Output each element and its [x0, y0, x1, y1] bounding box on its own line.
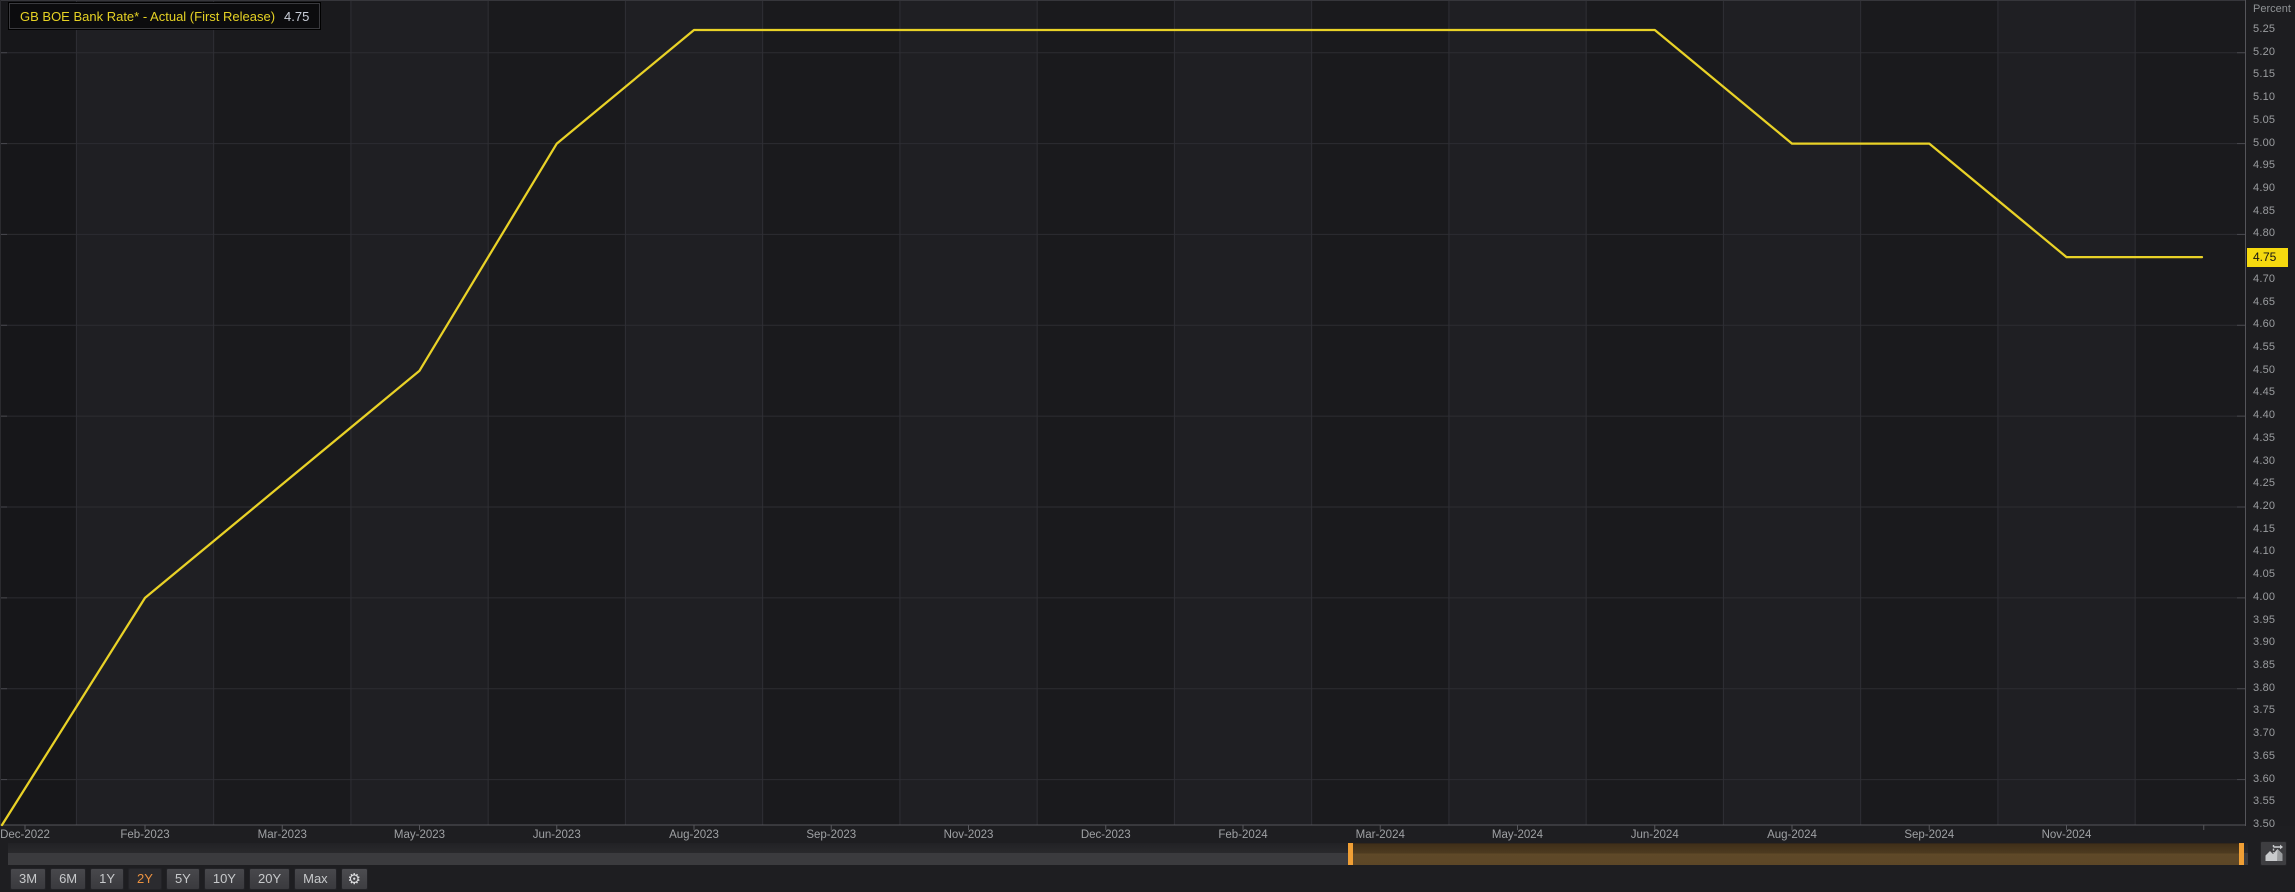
y-axis-label: 3.90: [2253, 636, 2275, 648]
x-axis-label: Mar-2023: [258, 829, 307, 841]
background-band: [214, 0, 351, 825]
range-button-1y[interactable]: 1Y: [90, 868, 124, 890]
y-axis-label: 4.45: [2253, 386, 2275, 398]
chart-settings-button[interactable]: ⚙: [341, 868, 368, 890]
background-band: [351, 0, 488, 825]
gear-icon: ⚙: [347, 870, 360, 888]
background-band: [1037, 0, 1174, 825]
y-axis-label: 5.25: [2253, 23, 2275, 35]
background-band: [1174, 0, 1311, 825]
y-axis-label: 5.15: [2253, 68, 2275, 80]
x-axis-label: Jun-2023: [533, 829, 581, 841]
y-axis-label: 4.50: [2253, 364, 2275, 376]
background-band: [1861, 0, 1998, 825]
y-axis-unit: Percent: [2253, 3, 2291, 15]
chart-snapshot-icon: [2264, 844, 2284, 862]
range-button-max[interactable]: Max: [294, 868, 337, 890]
background-band: [763, 0, 900, 825]
x-axis-label: Sep-2023: [806, 829, 856, 841]
x-axis-label: Dec-2022: [0, 829, 50, 841]
background-band: [1312, 0, 1449, 825]
y-axis-label: 3.75: [2253, 704, 2275, 716]
background-band: [1586, 0, 1723, 825]
y-axis-label: 3.95: [2253, 614, 2275, 626]
y-axis-label: 5.05: [2253, 114, 2275, 126]
y-axis-label: 4.10: [2253, 545, 2275, 557]
x-axis-label: Feb-2024: [1218, 829, 1267, 841]
y-axis-label: 3.80: [2253, 682, 2275, 694]
x-axis-label: Jun-2024: [1631, 829, 1679, 841]
x-axis-label: Mar-2024: [1356, 829, 1405, 841]
chart-export-button[interactable]: [2260, 841, 2287, 866]
series-legend[interactable]: GB BOE Bank Rate* - Actual (First Releas…: [9, 3, 320, 29]
time-scrollbar[interactable]: [8, 843, 2248, 865]
background-band: [488, 0, 625, 825]
y-axis-label: 3.70: [2253, 727, 2275, 739]
scrollbar-left-handle[interactable]: [1348, 843, 1353, 865]
x-axis-label: Aug-2023: [669, 829, 719, 841]
background-band: [1998, 0, 2135, 825]
range-button-20y[interactable]: 20Y: [249, 868, 290, 890]
x-axis-label: Dec-2023: [1081, 829, 1131, 841]
y-axis-label: 4.80: [2253, 227, 2275, 239]
y-axis-label: 4.00: [2253, 591, 2275, 603]
y-axis-label: 4.60: [2253, 318, 2275, 330]
x-axis-label: May-2024: [1492, 829, 1543, 841]
y-axis-label: 4.15: [2253, 523, 2275, 535]
scrollbar-right-handle[interactable]: [2239, 843, 2244, 865]
last-price-badge: 4.75: [2247, 248, 2288, 267]
range-button-5y[interactable]: 5Y: [166, 868, 200, 890]
y-axis-label: 3.60: [2253, 773, 2275, 785]
chart-canvas: [0, 0, 2245, 832]
range-button-3m[interactable]: 3M: [10, 868, 46, 890]
y-axis-label: 4.55: [2253, 341, 2275, 353]
background-band: [1723, 0, 1860, 825]
background-band: [2135, 0, 2245, 825]
y-axis-label: 3.65: [2253, 750, 2275, 762]
y-axis-label: 5.10: [2253, 91, 2275, 103]
y-axis-label: 3.50: [2253, 818, 2275, 830]
y-axis-label: 4.70: [2253, 273, 2275, 285]
range-buttons: 3M6M1Y2Y5Y10Y20YMax: [10, 868, 337, 890]
background-band: [76, 0, 213, 825]
y-axis-label: 4.20: [2253, 500, 2275, 512]
y-axis-label: 4.90: [2253, 182, 2275, 194]
y-axis-label: 4.05: [2253, 568, 2275, 580]
y-axis-label: 5.20: [2253, 46, 2275, 58]
y-axis-label: 4.95: [2253, 159, 2275, 171]
y-axis-label: 3.55: [2253, 795, 2275, 807]
y-axis-label: 4.65: [2253, 296, 2275, 308]
range-button-2y[interactable]: 2Y: [128, 868, 162, 890]
scrollbar-selected-range[interactable]: [1353, 843, 2243, 865]
range-button-10y[interactable]: 10Y: [204, 868, 245, 890]
y-axis-label: 5.00: [2253, 137, 2275, 149]
y-axis-label: 4.35: [2253, 432, 2275, 444]
x-axis-label: Aug-2024: [1767, 829, 1817, 841]
y-axis-label: 4.30: [2253, 455, 2275, 467]
y-axis-label: 4.85: [2253, 205, 2275, 217]
rate-chart-window: GB BOE Bank Rate* - Actual (First Releas…: [0, 0, 2295, 892]
x-axis-label: May-2023: [394, 829, 445, 841]
range-button-6m[interactable]: 6M: [50, 868, 86, 890]
range-toolbar: 3M6M1Y2Y5Y10Y20YMax ⚙: [10, 868, 368, 890]
y-axis-label: 4.25: [2253, 477, 2275, 489]
plot-area: GB BOE Bank Rate* - Actual (First Releas…: [0, 0, 2245, 832]
x-axis-label: Nov-2024: [2042, 829, 2092, 841]
x-axis-label: Nov-2023: [944, 829, 994, 841]
background-band: [900, 0, 1037, 825]
x-axis-label: Feb-2023: [120, 829, 169, 841]
background-band: [625, 0, 762, 825]
x-axis-label: Sep-2024: [1904, 829, 1954, 841]
y-axis-label: 4.40: [2253, 409, 2275, 421]
y-axis: Percent 5.25 5.20 5.15 5.10 5.05 5.00 4.95 4.90…: [2245, 0, 2295, 826]
background-band: [1449, 0, 1586, 825]
background-band: [0, 0, 76, 825]
y-axis-label: 3.85: [2253, 659, 2275, 671]
series-title: GB BOE Bank Rate* - Actual (First Releas…: [20, 9, 275, 24]
series-last-value: 4.75: [284, 9, 309, 24]
